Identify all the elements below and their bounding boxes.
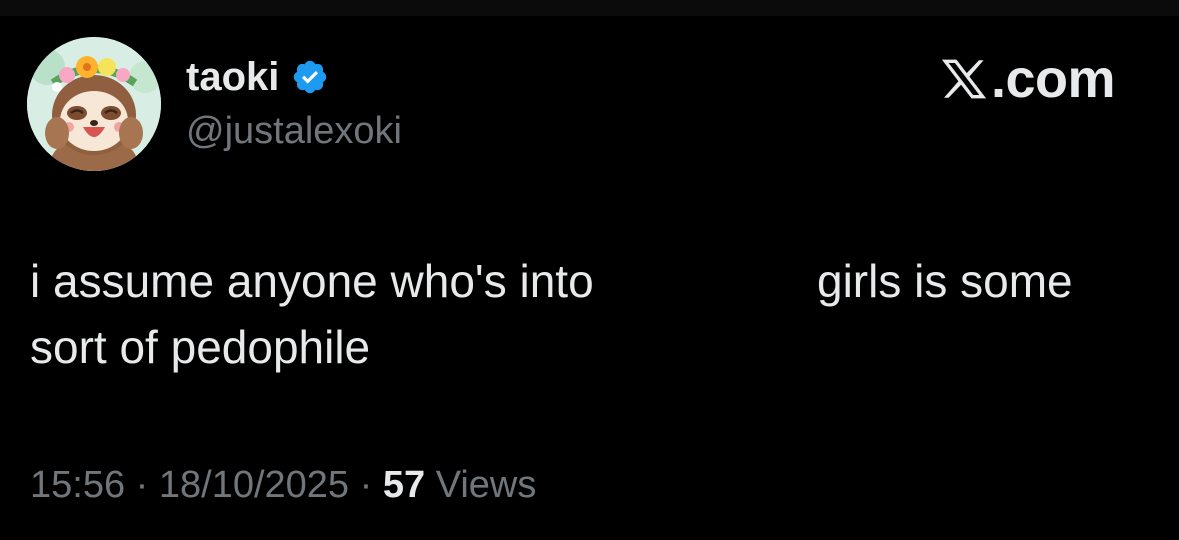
author-handle[interactable]: @justalexoki xyxy=(186,108,402,154)
tweet-line-1-start: i assume anyone who's into xyxy=(30,255,594,307)
tweet-time[interactable]: 15:56 xyxy=(30,464,125,506)
meta-separator: · xyxy=(135,464,149,506)
avatar[interactable] xyxy=(27,37,161,171)
top-edge-strip xyxy=(0,0,1179,16)
views-count: 57 xyxy=(382,464,426,506)
display-name[interactable]: taoki xyxy=(186,52,279,102)
tweet-line-1: i assume anyone who's into girls is some xyxy=(30,248,1150,314)
sloth-avatar-icon xyxy=(27,37,161,171)
verified-badge-icon[interactable] xyxy=(291,58,329,96)
tweet-line-2: sort of pedophile xyxy=(30,321,371,373)
views-label: Views xyxy=(435,464,537,506)
x-logo-icon xyxy=(939,54,989,104)
author-name-row: taoki xyxy=(186,52,329,102)
tweet-text: i assume anyone who's into girls is some… xyxy=(30,248,1150,380)
brand-watermark: .com xyxy=(939,48,1116,110)
tweet-date[interactable]: 18/10/2025 xyxy=(159,464,349,506)
meta-separator: · xyxy=(359,464,373,506)
tweet-line-1-end: girls is some xyxy=(817,255,1073,307)
brand-domain-suffix: .com xyxy=(990,49,1116,109)
tweet-metadata: 15:56 · 18/10/2025 · 57 Views xyxy=(30,460,536,510)
